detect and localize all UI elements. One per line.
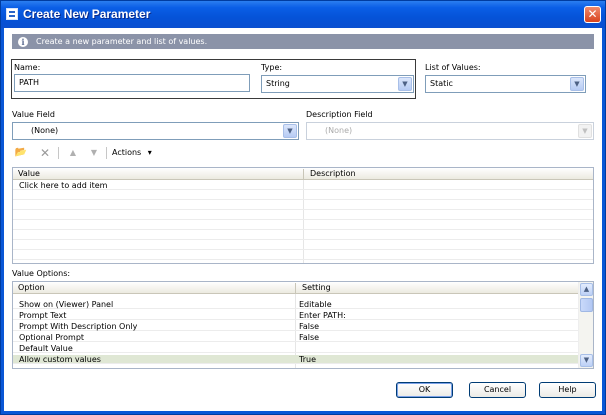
actions-menu[interactable]: Actions ▾ <box>112 148 152 157</box>
actions-label: Actions <box>112 148 142 157</box>
vertical-scrollbar[interactable]: ▲ ▼ <box>578 282 593 368</box>
delete-icon[interactable]: ✕ <box>38 146 52 160</box>
add-item-row[interactable]: Click here to add item <box>13 181 593 190</box>
empty-row <box>13 221 593 230</box>
values-grid[interactable]: Value Description Click here to add item <box>12 167 594 264</box>
empty-row <box>13 191 593 200</box>
option-setting[interactable]: False <box>295 333 319 342</box>
add-item-placeholder[interactable]: Click here to add item <box>15 181 107 190</box>
list-of-values-label: List of Values: <box>425 63 481 72</box>
option-name: Show on (Viewer) Panel <box>19 300 114 309</box>
value-options-header: Option Setting <box>13 282 593 294</box>
parameter-icon <box>6 8 18 20</box>
description-field-label: Description Field <box>306 110 373 119</box>
description-field-value: (None) <box>325 126 353 135</box>
empty-row <box>13 251 593 260</box>
type-dropdown[interactable]: String ▼ <box>261 75 414 93</box>
value-field-value: (None) <box>31 126 59 135</box>
info-icon: i <box>18 37 28 47</box>
option-name: Default Value <box>19 344 73 353</box>
option-setting[interactable] <box>295 344 299 353</box>
column-separator <box>295 283 296 293</box>
type-label: Type: <box>261 63 283 72</box>
scrollbar-thumb[interactable] <box>580 298 593 312</box>
option-setting[interactable]: False <box>295 322 319 331</box>
help-button[interactable]: Help <box>539 382 596 398</box>
option-row[interactable]: Optional Prompt False <box>13 333 593 342</box>
option-row[interactable]: Prompt Text Enter PATH: <box>13 311 593 320</box>
toolbar-separator <box>58 147 59 159</box>
chevron-down-icon[interactable]: ▼ <box>570 77 584 91</box>
list-of-values-value: Static <box>430 79 453 88</box>
option-name: Prompt With Description Only <box>19 322 138 331</box>
option-row-selected[interactable]: Allow custom values True <box>13 355 578 364</box>
column-header-description[interactable]: Description <box>305 168 356 180</box>
empty-row <box>13 241 593 250</box>
chevron-down-icon: ▾ <box>147 148 152 157</box>
option-name: Allow custom values <box>19 355 101 364</box>
column-header-option[interactable]: Option <box>13 282 45 294</box>
move-up-icon[interactable]: ▲ <box>66 146 80 160</box>
close-button[interactable]: ✕ <box>584 6 601 23</box>
type-value: String <box>266 79 290 88</box>
dialog-window: Create New Parameter ✕ i Create a new pa… <box>0 0 606 415</box>
values-grid-header: Value Description <box>13 168 593 180</box>
description-field-dropdown: (None) ▼ <box>306 122 594 140</box>
option-setting[interactable]: Editable <box>295 300 332 309</box>
column-header-value[interactable]: Value <box>13 168 40 180</box>
move-down-icon[interactable]: ▼ <box>87 146 101 160</box>
option-row[interactable]: Prompt With Description Only False <box>13 322 593 331</box>
ok-button[interactable]: OK <box>396 382 453 398</box>
option-setting[interactable]: True <box>295 355 316 364</box>
import-icon[interactable]: 📂 <box>14 146 28 160</box>
column-separator <box>303 169 304 179</box>
name-label: Name: <box>14 63 41 72</box>
option-row[interactable]: Default Value <box>13 344 593 353</box>
scroll-down-icon[interactable]: ▼ <box>580 354 593 367</box>
option-setting[interactable]: Enter PATH: <box>295 311 346 320</box>
option-name: Optional Prompt <box>19 333 85 342</box>
option-row[interactable]: Show on (Viewer) Panel Editable <box>13 300 593 309</box>
title-bar[interactable]: Create New Parameter ✕ <box>1 1 605 28</box>
value-field-label: Value Field <box>12 110 55 119</box>
chevron-down-icon[interactable]: ▼ <box>283 124 297 138</box>
value-options-grid[interactable]: Option Setting Show on (Viewer) Panel Ed… <box>12 281 594 369</box>
column-header-setting[interactable]: Setting <box>297 282 331 294</box>
option-name: Prompt Text <box>19 311 67 320</box>
window-title: Create New Parameter <box>23 7 151 21</box>
scroll-up-icon[interactable]: ▲ <box>580 283 593 296</box>
empty-row <box>13 201 593 210</box>
value-field-dropdown[interactable]: (None) ▼ <box>12 122 299 140</box>
name-input[interactable]: PATH <box>14 74 250 92</box>
cancel-button[interactable]: Cancel <box>469 382 526 398</box>
chevron-down-icon: ▼ <box>578 124 592 138</box>
value-options-label: Value Options: <box>12 269 71 278</box>
info-text: Create a new parameter and list of value… <box>36 37 208 46</box>
empty-row <box>13 211 593 220</box>
empty-row <box>13 231 593 240</box>
values-toolbar: 📂 ✕ ▲ ▼ Actions ▾ <box>14 146 214 162</box>
toolbar-separator <box>106 147 107 159</box>
list-of-values-dropdown[interactable]: Static ▼ <box>425 75 586 93</box>
dialog-body: i Create a new parameter and list of val… <box>4 28 602 411</box>
chevron-down-icon[interactable]: ▼ <box>398 77 412 91</box>
info-bar: i Create a new parameter and list of val… <box>12 34 594 49</box>
